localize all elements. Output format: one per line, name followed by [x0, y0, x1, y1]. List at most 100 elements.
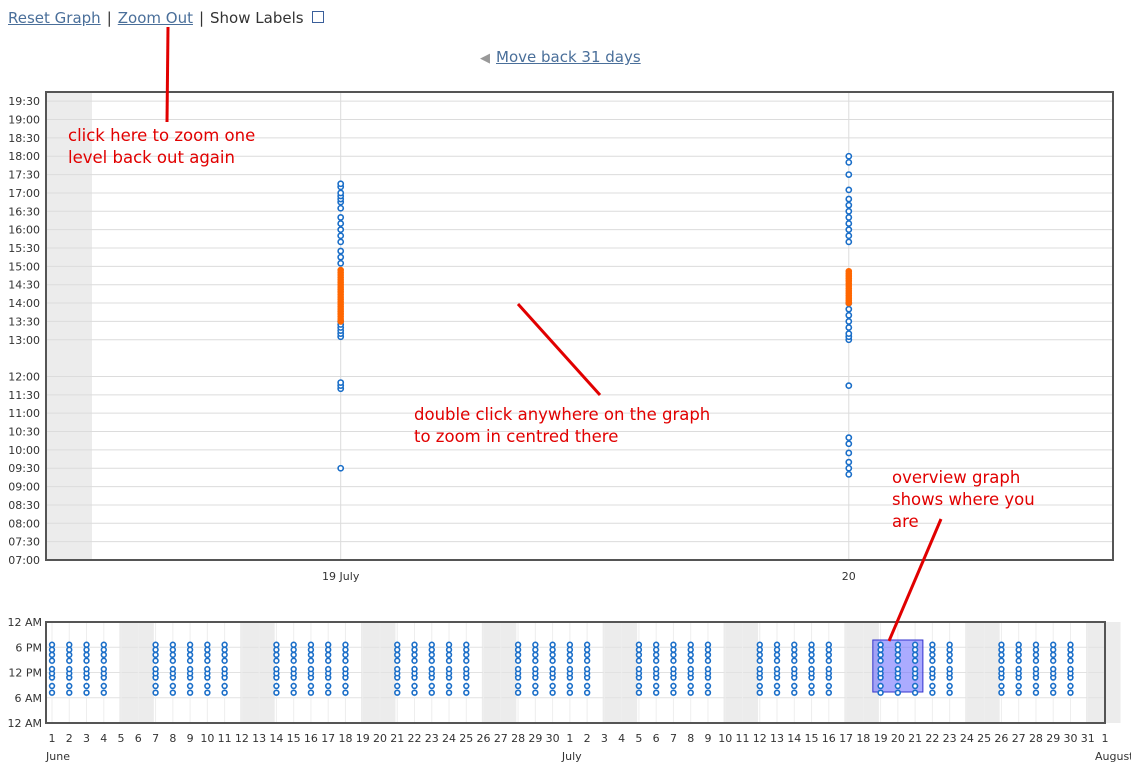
overview-point — [221, 682, 228, 690]
overview-point — [100, 641, 107, 648]
overview-day-label: 5 — [635, 732, 642, 745]
overview-point — [152, 682, 159, 690]
overview-day-label: 23 — [425, 732, 439, 745]
overview-day-label: 4 — [100, 732, 107, 745]
overview-point — [428, 641, 435, 648]
overview-point — [825, 641, 833, 648]
overview-point — [1067, 665, 1074, 673]
overview-point — [704, 641, 712, 648]
overview-point — [463, 646, 470, 653]
overview-point — [394, 657, 401, 664]
overview-point — [514, 665, 522, 673]
overview-point — [290, 646, 297, 653]
overview-day-label: 2 — [66, 732, 73, 745]
overview-point — [394, 682, 401, 690]
overview-day-label: 28 — [1029, 732, 1043, 745]
overview-point — [514, 682, 522, 690]
data-point — [337, 189, 345, 197]
overview-point — [635, 682, 643, 690]
overview-point — [152, 646, 159, 653]
overview-point — [670, 682, 677, 690]
overview-point — [791, 689, 798, 696]
overview-point — [704, 657, 712, 664]
overview-point — [911, 657, 919, 664]
overview-point — [566, 682, 574, 690]
overview-day-label: 1 — [1102, 732, 1109, 745]
overview-point — [66, 665, 73, 673]
overview-day-label: 30 — [546, 732, 560, 745]
overview-point — [773, 682, 781, 690]
overview-point — [324, 689, 332, 696]
overview-point — [877, 646, 884, 653]
data-point — [845, 305, 853, 313]
overview-day-label: 22 — [408, 732, 422, 745]
overview-point — [66, 651, 73, 659]
overview-point — [1032, 646, 1040, 653]
overview-point — [929, 646, 936, 653]
overview-day-label: 4 — [618, 732, 625, 745]
overview-point — [894, 657, 902, 664]
overview-point — [221, 641, 228, 648]
overview-point — [773, 646, 781, 653]
overview-point — [445, 641, 453, 648]
overview-day-label: 15 — [287, 732, 301, 745]
overview-point — [83, 641, 90, 648]
overview-day-label: 9 — [187, 732, 194, 745]
overview-point — [152, 689, 159, 696]
data-point — [845, 201, 853, 209]
annotation-line: double click anywhere on the graph — [414, 405, 711, 424]
overview-point — [825, 665, 833, 673]
overview-point — [549, 651, 556, 659]
overview-point — [221, 689, 228, 696]
overview-point — [532, 657, 539, 664]
overview-point — [66, 657, 73, 664]
overview-point — [411, 682, 418, 690]
overview-day-label: 31 — [1081, 732, 1095, 745]
y-tick-label: 08:30 — [8, 499, 40, 512]
data-point — [845, 238, 853, 246]
overview-point — [394, 651, 401, 659]
overview-point — [273, 682, 280, 690]
data-point — [337, 204, 345, 212]
overview-day-label: 10 — [718, 732, 732, 745]
overview-point — [773, 657, 781, 664]
overview-point — [894, 689, 902, 696]
overview-point — [66, 641, 73, 648]
overview-point — [307, 646, 315, 653]
overview-point — [791, 651, 798, 659]
overview-point — [825, 689, 833, 696]
overview-point — [532, 682, 539, 690]
overview-point — [773, 665, 781, 673]
overview-point — [877, 641, 884, 648]
overview-point — [532, 641, 539, 648]
overview-point — [169, 646, 177, 653]
overview-day-label: 8 — [169, 732, 176, 745]
overview-point — [324, 646, 332, 653]
overview-point — [307, 682, 315, 690]
x-tick-label: 19 July — [322, 570, 360, 583]
overview-day-label: 24 — [442, 732, 456, 745]
y-tick-label: 07:30 — [8, 536, 40, 549]
overview-point — [100, 665, 107, 673]
overview-point — [670, 665, 677, 673]
overview-point — [808, 665, 815, 673]
overview-day-label: 13 — [770, 732, 784, 745]
overview-point — [411, 646, 418, 653]
overview-point — [946, 641, 953, 648]
overview-point — [307, 657, 315, 664]
overview-point — [946, 651, 953, 659]
overview-point — [687, 651, 694, 659]
overview-point — [324, 651, 332, 659]
overview-point — [445, 657, 453, 664]
overview-point — [825, 682, 833, 690]
overview-point — [1050, 682, 1057, 690]
overview-point — [169, 657, 177, 664]
overview-day-label: 30 — [1063, 732, 1077, 745]
overview-point — [670, 646, 677, 653]
overview-day-label: 22 — [925, 732, 939, 745]
overview-point — [756, 646, 763, 653]
overview-day-label: 13 — [252, 732, 266, 745]
overview-point — [428, 651, 435, 659]
overview-point — [463, 651, 470, 659]
y-tick-label: 11:30 — [8, 389, 40, 402]
